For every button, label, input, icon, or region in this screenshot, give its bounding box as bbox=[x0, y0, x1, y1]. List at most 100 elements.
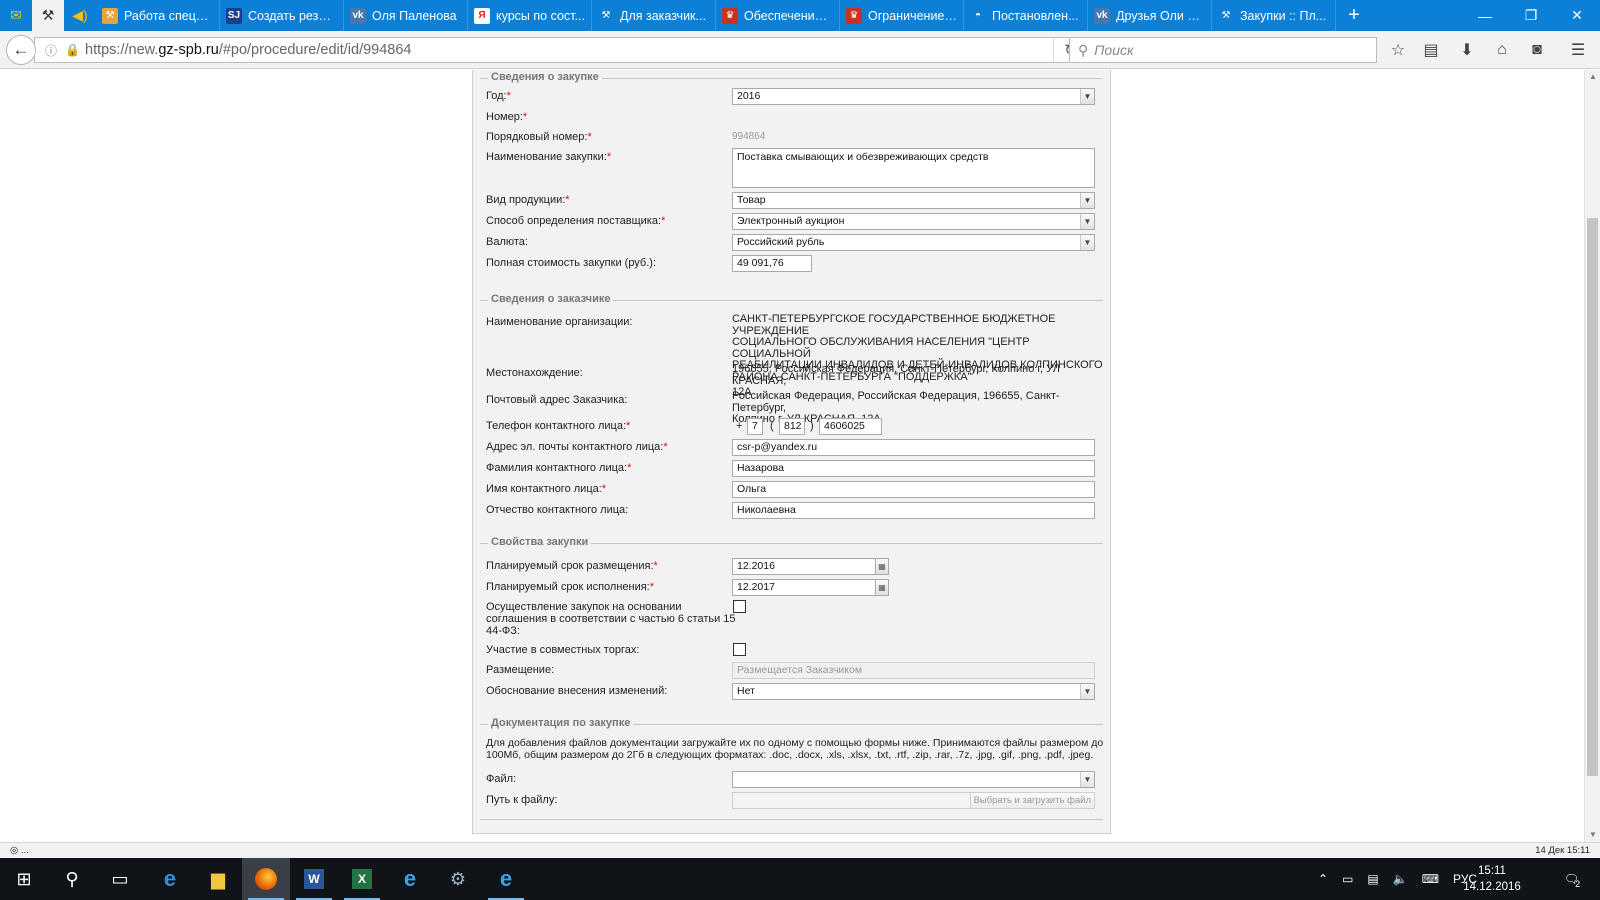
taskbar-ie[interactable]: e bbox=[386, 858, 434, 900]
agreement-checkbox[interactable] bbox=[733, 600, 746, 613]
back-button[interactable]: ← bbox=[6, 35, 36, 65]
year-select[interactable]: 2016 ▼ bbox=[732, 88, 1095, 105]
browser-tab[interactable]: Якурсы по сост... bbox=[468, 0, 592, 31]
action-center-button[interactable]: 🗨 2 bbox=[1556, 858, 1588, 900]
planned-placement-input[interactable]: 12.2016 bbox=[732, 558, 877, 575]
pinned-tab-speaker[interactable]: ◀) bbox=[64, 0, 96, 31]
change-reason-select[interactable]: Нет ▼ bbox=[732, 683, 1095, 700]
chevron-down-icon[interactable]: ▼ bbox=[1080, 89, 1094, 104]
planned-execution-input[interactable]: 12.2017 bbox=[732, 579, 877, 596]
scroll-down-arrow-icon[interactable]: ▼ bbox=[1585, 828, 1600, 842]
taskbar-ie-2[interactable]: e bbox=[482, 858, 530, 900]
reading-list-button[interactable]: ▤ bbox=[1419, 39, 1443, 61]
upload-file-button[interactable]: Выбрать и загрузить файл bbox=[969, 793, 1094, 808]
tab-label: Обеспечение ... bbox=[744, 8, 833, 23]
taskbar-word[interactable]: W bbox=[290, 858, 338, 900]
tab-favicon-icon: vk bbox=[1094, 7, 1110, 24]
star-icon: ☆ bbox=[1390, 42, 1406, 59]
calendar-icon[interactable]: ▦ bbox=[875, 558, 889, 575]
email-input[interactable]: csr-p@yandex.ru bbox=[732, 439, 1095, 456]
chevron-down-icon[interactable]: ▼ bbox=[1080, 684, 1094, 699]
downloads-button[interactable]: ⬇ bbox=[1455, 39, 1479, 61]
firstname-input[interactable]: Ольга bbox=[732, 481, 1095, 498]
section-legend: Документация по закупке bbox=[488, 717, 634, 729]
section-divider bbox=[480, 819, 1103, 820]
browser-tab[interactable]: vk Друзья Оли П... bbox=[1088, 0, 1212, 31]
close-window-button[interactable]: ✕ bbox=[1554, 0, 1600, 31]
bookmark-star-button[interactable]: ☆ bbox=[1386, 39, 1410, 61]
browser-tab[interactable]: SJ Создать резю... bbox=[220, 0, 344, 31]
start-button[interactable]: ⊞ bbox=[0, 858, 48, 900]
new-tab-button[interactable]: + bbox=[1336, 0, 1372, 31]
menu-button[interactable]: ☰ bbox=[1566, 39, 1590, 61]
number-label: Номер:* bbox=[486, 111, 528, 123]
purchase-name-textarea[interactable]: Поставка смывающих и обезвреживающих сре… bbox=[732, 148, 1095, 188]
browser-tab[interactable]: ◓ Постановлен... bbox=[964, 0, 1088, 31]
chevron-down-icon[interactable]: ▼ bbox=[1080, 235, 1094, 250]
phone-number-input[interactable]: 4606025 bbox=[819, 418, 882, 435]
pinned-tab-hammer[interactable]: ⚒ bbox=[32, 0, 64, 31]
minimize-button[interactable]: — bbox=[1462, 0, 1508, 31]
documentation-instructions: Для добавления файлов документации загру… bbox=[486, 737, 1104, 761]
phone-country-input[interactable]: 7 bbox=[747, 418, 763, 435]
pocket-button[interactable]: ◙ bbox=[1525, 39, 1549, 61]
taskbar-search-button[interactable]: ⚲ bbox=[48, 858, 96, 900]
volume-icon[interactable]: 🔈 bbox=[1393, 872, 1408, 886]
purchase-name-label: Наименование закупки:* bbox=[486, 151, 612, 163]
taskbar-firefox[interactable] bbox=[242, 858, 290, 900]
total-cost-input[interactable]: 49 091,76 bbox=[732, 255, 812, 272]
browser-tab[interactable]: ⚒ Работа специ... bbox=[96, 0, 220, 31]
battery-icon[interactable]: ▭ bbox=[1342, 872, 1353, 886]
currency-select[interactable]: Российский рубль ▼ bbox=[732, 234, 1095, 251]
task-view-button[interactable]: ▭ bbox=[96, 858, 144, 900]
word-icon: W bbox=[304, 869, 324, 889]
page-viewport: Сведения о закупке Год:* 2016 ▼ Номер:* П… bbox=[0, 70, 1584, 842]
taskbar-excel[interactable]: X bbox=[338, 858, 386, 900]
surname-input[interactable]: Назарова bbox=[732, 460, 1095, 477]
agreement-label: Осуществление закупок на основании согла… bbox=[486, 601, 736, 637]
browser-tab[interactable]: ♛ Ограничение ... bbox=[840, 0, 964, 31]
file-path-input[interactable]: Выбрать и загрузить файл bbox=[732, 792, 1095, 809]
file-select[interactable]: ▼ bbox=[732, 771, 1095, 788]
scroll-up-arrow-icon[interactable]: ▲ bbox=[1585, 70, 1600, 84]
lock-icon[interactable]: 🔒 bbox=[65, 43, 81, 57]
clock-time: 15:11 bbox=[1478, 865, 1506, 877]
restore-button[interactable]: ❐ bbox=[1508, 0, 1554, 31]
restore-icon: ❐ bbox=[1524, 7, 1538, 23]
speaker-icon: ◀) bbox=[72, 7, 88, 23]
browser-tab[interactable]: vk Оля Паленова bbox=[344, 0, 468, 31]
excel-icon: X bbox=[352, 869, 372, 889]
scrollbar-thumb[interactable] bbox=[1587, 218, 1598, 776]
tab-label: Ограничение ... bbox=[868, 8, 957, 23]
phone-code-input[interactable]: 812 bbox=[779, 418, 805, 435]
keyboard-icon[interactable]: ⌨ bbox=[1422, 872, 1439, 886]
calendar-icon[interactable]: ▦ bbox=[875, 579, 889, 596]
procedure-edit-form: Сведения о закупке Год:* 2016 ▼ Номер:* П… bbox=[472, 70, 1111, 834]
chevron-up-icon[interactable]: ⌃ bbox=[1318, 872, 1328, 886]
supplier-method-select[interactable]: Электронный аукцион ▼ bbox=[732, 213, 1095, 230]
taskbar-app[interactable]: ⚙ bbox=[434, 858, 482, 900]
taskbar-explorer[interactable]: ▆ bbox=[194, 858, 242, 900]
tab-label: Закупки :: Пл... bbox=[1240, 8, 1327, 23]
network-icon[interactable]: ▤ bbox=[1367, 872, 1378, 886]
product-type-select[interactable]: Товар ▼ bbox=[732, 192, 1095, 209]
pinned-tab-mail[interactable]: ✉ bbox=[0, 0, 32, 31]
taskbar-edge[interactable]: e bbox=[146, 858, 194, 900]
chevron-down-icon[interactable]: ▼ bbox=[1080, 772, 1094, 787]
browser-tab[interactable]: ⚒ Для заказчик... bbox=[592, 0, 716, 31]
patronymic-input[interactable]: Николаевна bbox=[732, 502, 1095, 519]
url-bar[interactable]: ⓘ 🔒 https://new.gz-spb.ru/#po/procedure/… bbox=[34, 37, 1088, 63]
tab-favicon-icon: ⚒ bbox=[102, 7, 118, 24]
search-box[interactable]: ⚲ Поиск bbox=[1069, 37, 1377, 63]
joint-tender-checkbox[interactable] bbox=[733, 643, 746, 656]
browser-tab[interactable]: ⚒ Закупки :: Пл... bbox=[1212, 0, 1336, 31]
vertical-scrollbar[interactable]: ▲ ▼ bbox=[1584, 70, 1600, 842]
info-icon[interactable]: ⓘ bbox=[45, 42, 65, 59]
browser-tab[interactable]: ♛ Обеспечение ... bbox=[716, 0, 840, 31]
chevron-down-icon[interactable]: ▼ bbox=[1080, 193, 1094, 208]
home-button[interactable]: ⌂ bbox=[1490, 39, 1514, 61]
folder-icon: ▆ bbox=[211, 868, 225, 889]
chevron-down-icon[interactable]: ▼ bbox=[1080, 214, 1094, 229]
clock[interactable]: 15:11 14.12.2016 bbox=[1460, 858, 1524, 900]
change-reason-label: Обоснование внесения изменений: bbox=[486, 685, 668, 697]
